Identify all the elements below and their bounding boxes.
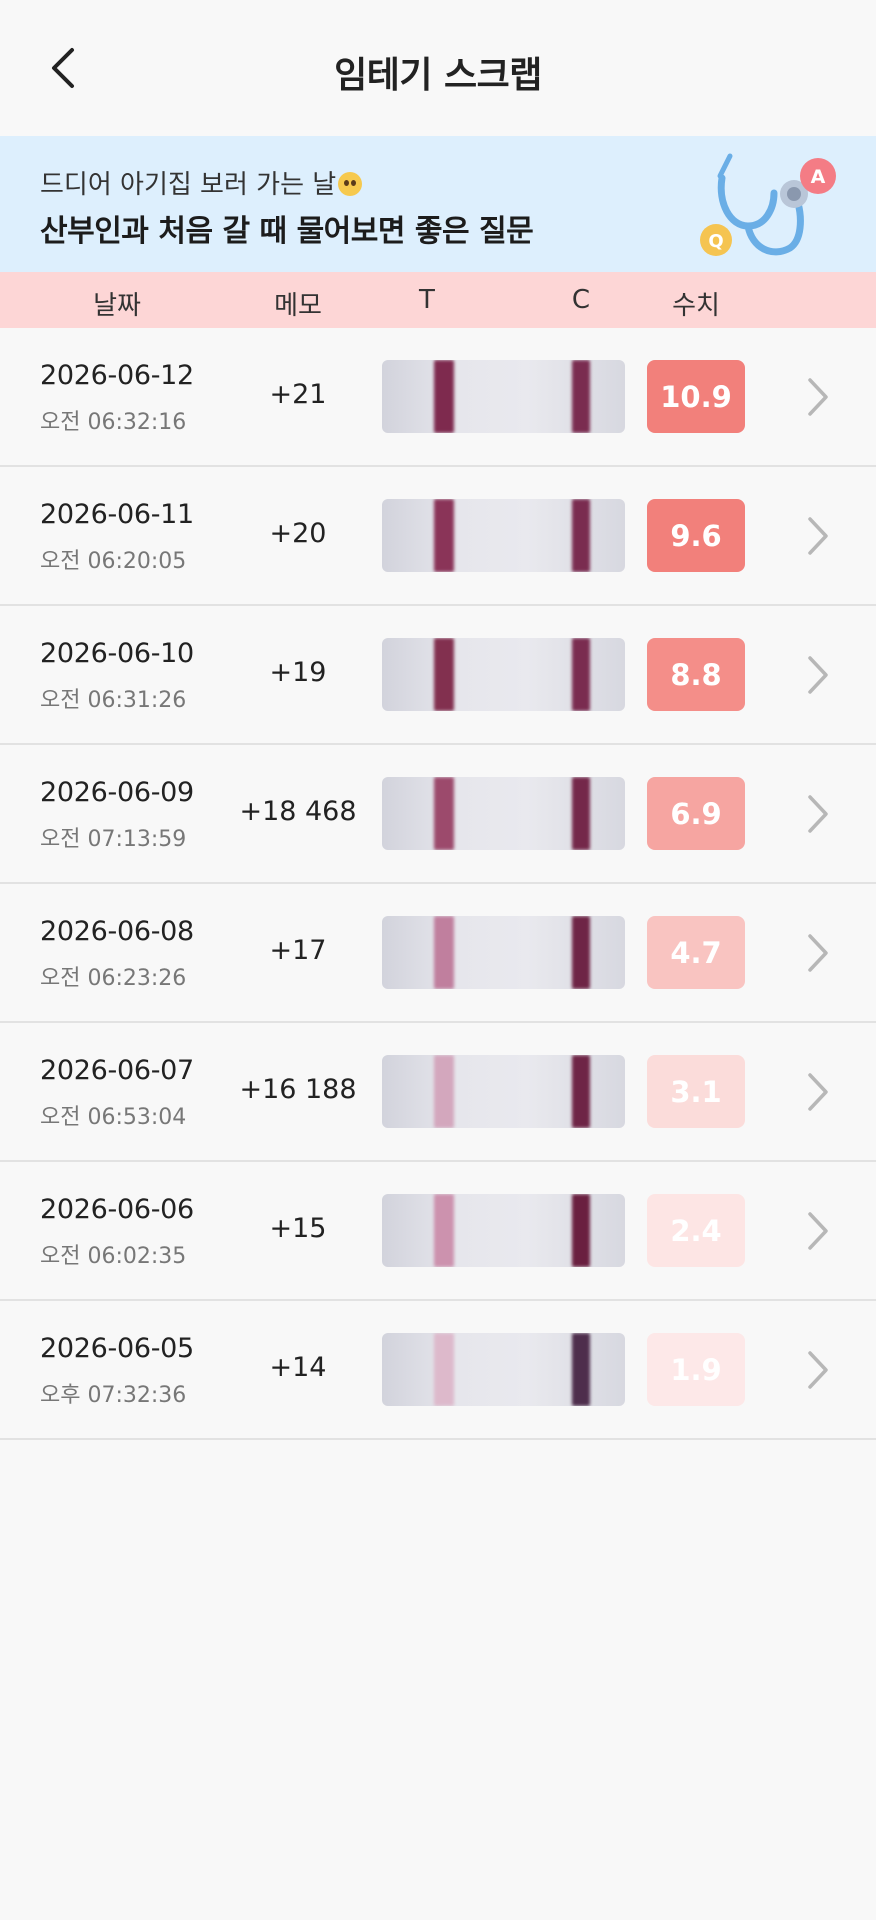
value-badge: 6.9 <box>647 777 745 850</box>
list-item[interactable]: 2026-06-06 오전 06:02:35 +15 2.4 <box>0 1162 876 1301</box>
test-strip-image <box>382 916 625 989</box>
row-time: 오후 07:32:36 <box>40 1383 187 1408</box>
a-badge-text: A <box>811 166 826 188</box>
row-memo: +16 188 <box>239 1074 357 1105</box>
row-time: 오전 06:02:35 <box>40 1244 187 1269</box>
banner-title: 산부인과 처음 갈 때 물어보면 좋은 질문 <box>40 214 534 249</box>
test-strip-image <box>382 1333 625 1406</box>
test-strip-image <box>382 1055 625 1128</box>
page-title: 임테기 스크랩 <box>334 55 542 96</box>
column-t: T <box>419 285 435 315</box>
stethoscope-icon: Q A <box>700 153 836 256</box>
column-c: C <box>571 285 591 315</box>
chevron-right-icon <box>808 1073 828 1111</box>
list-item[interactable]: 2026-06-12 오전 06:32:16 +21 10.9 <box>0 328 876 467</box>
chevron-right-icon <box>808 656 828 694</box>
test-strip-image <box>382 777 625 850</box>
row-memo: +19 <box>269 657 327 688</box>
q-badge-text: Q <box>708 231 723 252</box>
row-memo: +18 468 <box>239 796 357 827</box>
row-time: 오전 06:23:26 <box>40 966 187 991</box>
control-line <box>572 1194 590 1267</box>
row-date: 2026-06-09 <box>40 777 194 808</box>
test-line <box>434 499 454 572</box>
row-date: 2026-06-06 <box>40 1194 194 1225</box>
list-item[interactable]: 2026-06-07 오전 06:53:04 +16 188 3.1 <box>0 1023 876 1162</box>
value-badge: 4.7 <box>647 916 745 989</box>
list-item[interactable]: 2026-06-09 오전 07:13:59 +18 468 6.9 <box>0 745 876 884</box>
test-strip-image <box>382 360 625 433</box>
control-line <box>572 360 590 433</box>
chevron-right-icon <box>808 1212 828 1250</box>
control-line <box>572 777 590 850</box>
row-date: 2026-06-08 <box>40 916 194 947</box>
row-memo: +15 <box>269 1213 327 1244</box>
row-date: 2026-06-11 <box>40 499 194 530</box>
test-line <box>434 1333 454 1406</box>
value-badge: 3.1 <box>647 1055 745 1128</box>
column-memo: 메모 <box>274 291 322 321</box>
row-memo: +14 <box>269 1352 327 1383</box>
value-badge: 8.8 <box>647 638 745 711</box>
row-date: 2026-06-10 <box>40 638 194 669</box>
info-banner[interactable]: 드디어 아기집 보러 가는 날 산부인과 처음 갈 때 물어보면 좋은 질문 Q… <box>0 136 876 272</box>
test-strip-image <box>382 499 625 572</box>
row-time: 오전 06:32:16 <box>40 410 187 435</box>
test-line <box>434 916 454 989</box>
smiling-face-icon <box>338 172 363 196</box>
row-time: 오전 06:53:04 <box>40 1105 187 1130</box>
value-badge: 10.9 <box>647 360 745 433</box>
test-line <box>434 1194 454 1267</box>
chevron-right-icon <box>808 1351 828 1389</box>
row-date: 2026-06-05 <box>40 1333 194 1364</box>
column-value: 수치 <box>672 291 720 321</box>
scrap-list: 2026-06-12 오전 06:32:16 +21 10.9 2026-06-… <box>0 328 876 1440</box>
value-badge: 9.6 <box>647 499 745 572</box>
list-item[interactable]: 2026-06-11 오전 06:20:05 +20 9.6 <box>0 467 876 606</box>
banner-subtitle-text: 드디어 아기집 보러 가는 날 <box>40 170 337 200</box>
column-date: 날짜 <box>93 291 141 321</box>
test-line <box>434 1055 454 1128</box>
test-strip-image <box>382 1194 625 1267</box>
list-item[interactable]: 2026-06-05 오후 07:32:36 +14 1.9 <box>0 1301 876 1440</box>
test-strip-image <box>382 638 625 711</box>
control-line <box>572 1055 590 1128</box>
control-line <box>572 499 590 572</box>
column-header: 날짜 메모 T C 수치 <box>0 272 876 328</box>
control-line <box>572 1333 590 1406</box>
test-line <box>434 360 454 433</box>
chevron-right-icon <box>808 934 828 972</box>
chevron-right-icon <box>808 517 828 555</box>
row-time: 오전 07:13:59 <box>40 827 187 852</box>
row-memo: +21 <box>269 379 327 410</box>
control-line <box>572 638 590 711</box>
row-memo: +20 <box>269 518 327 549</box>
value-badge: 1.9 <box>647 1333 745 1406</box>
banner-subtitle: 드디어 아기집 보러 가는 날 <box>40 164 363 201</box>
control-line <box>572 916 590 989</box>
row-memo: +17 <box>269 935 327 966</box>
value-badge: 2.4 <box>647 1194 745 1267</box>
row-date: 2026-06-07 <box>40 1055 194 1086</box>
row-date: 2026-06-12 <box>40 360 194 391</box>
chevron-right-icon <box>808 378 828 416</box>
test-line <box>434 638 454 711</box>
list-item[interactable]: 2026-06-08 오전 06:23:26 +17 4.7 <box>0 884 876 1023</box>
chevron-right-icon <box>808 795 828 833</box>
test-line <box>434 777 454 850</box>
row-time: 오전 06:20:05 <box>40 549 187 574</box>
list-item[interactable]: 2026-06-10 오전 06:31:26 +19 8.8 <box>0 606 876 745</box>
row-time: 오전 06:31:26 <box>40 688 187 713</box>
top-app-bar: 임테기 스크랩 <box>0 0 876 136</box>
